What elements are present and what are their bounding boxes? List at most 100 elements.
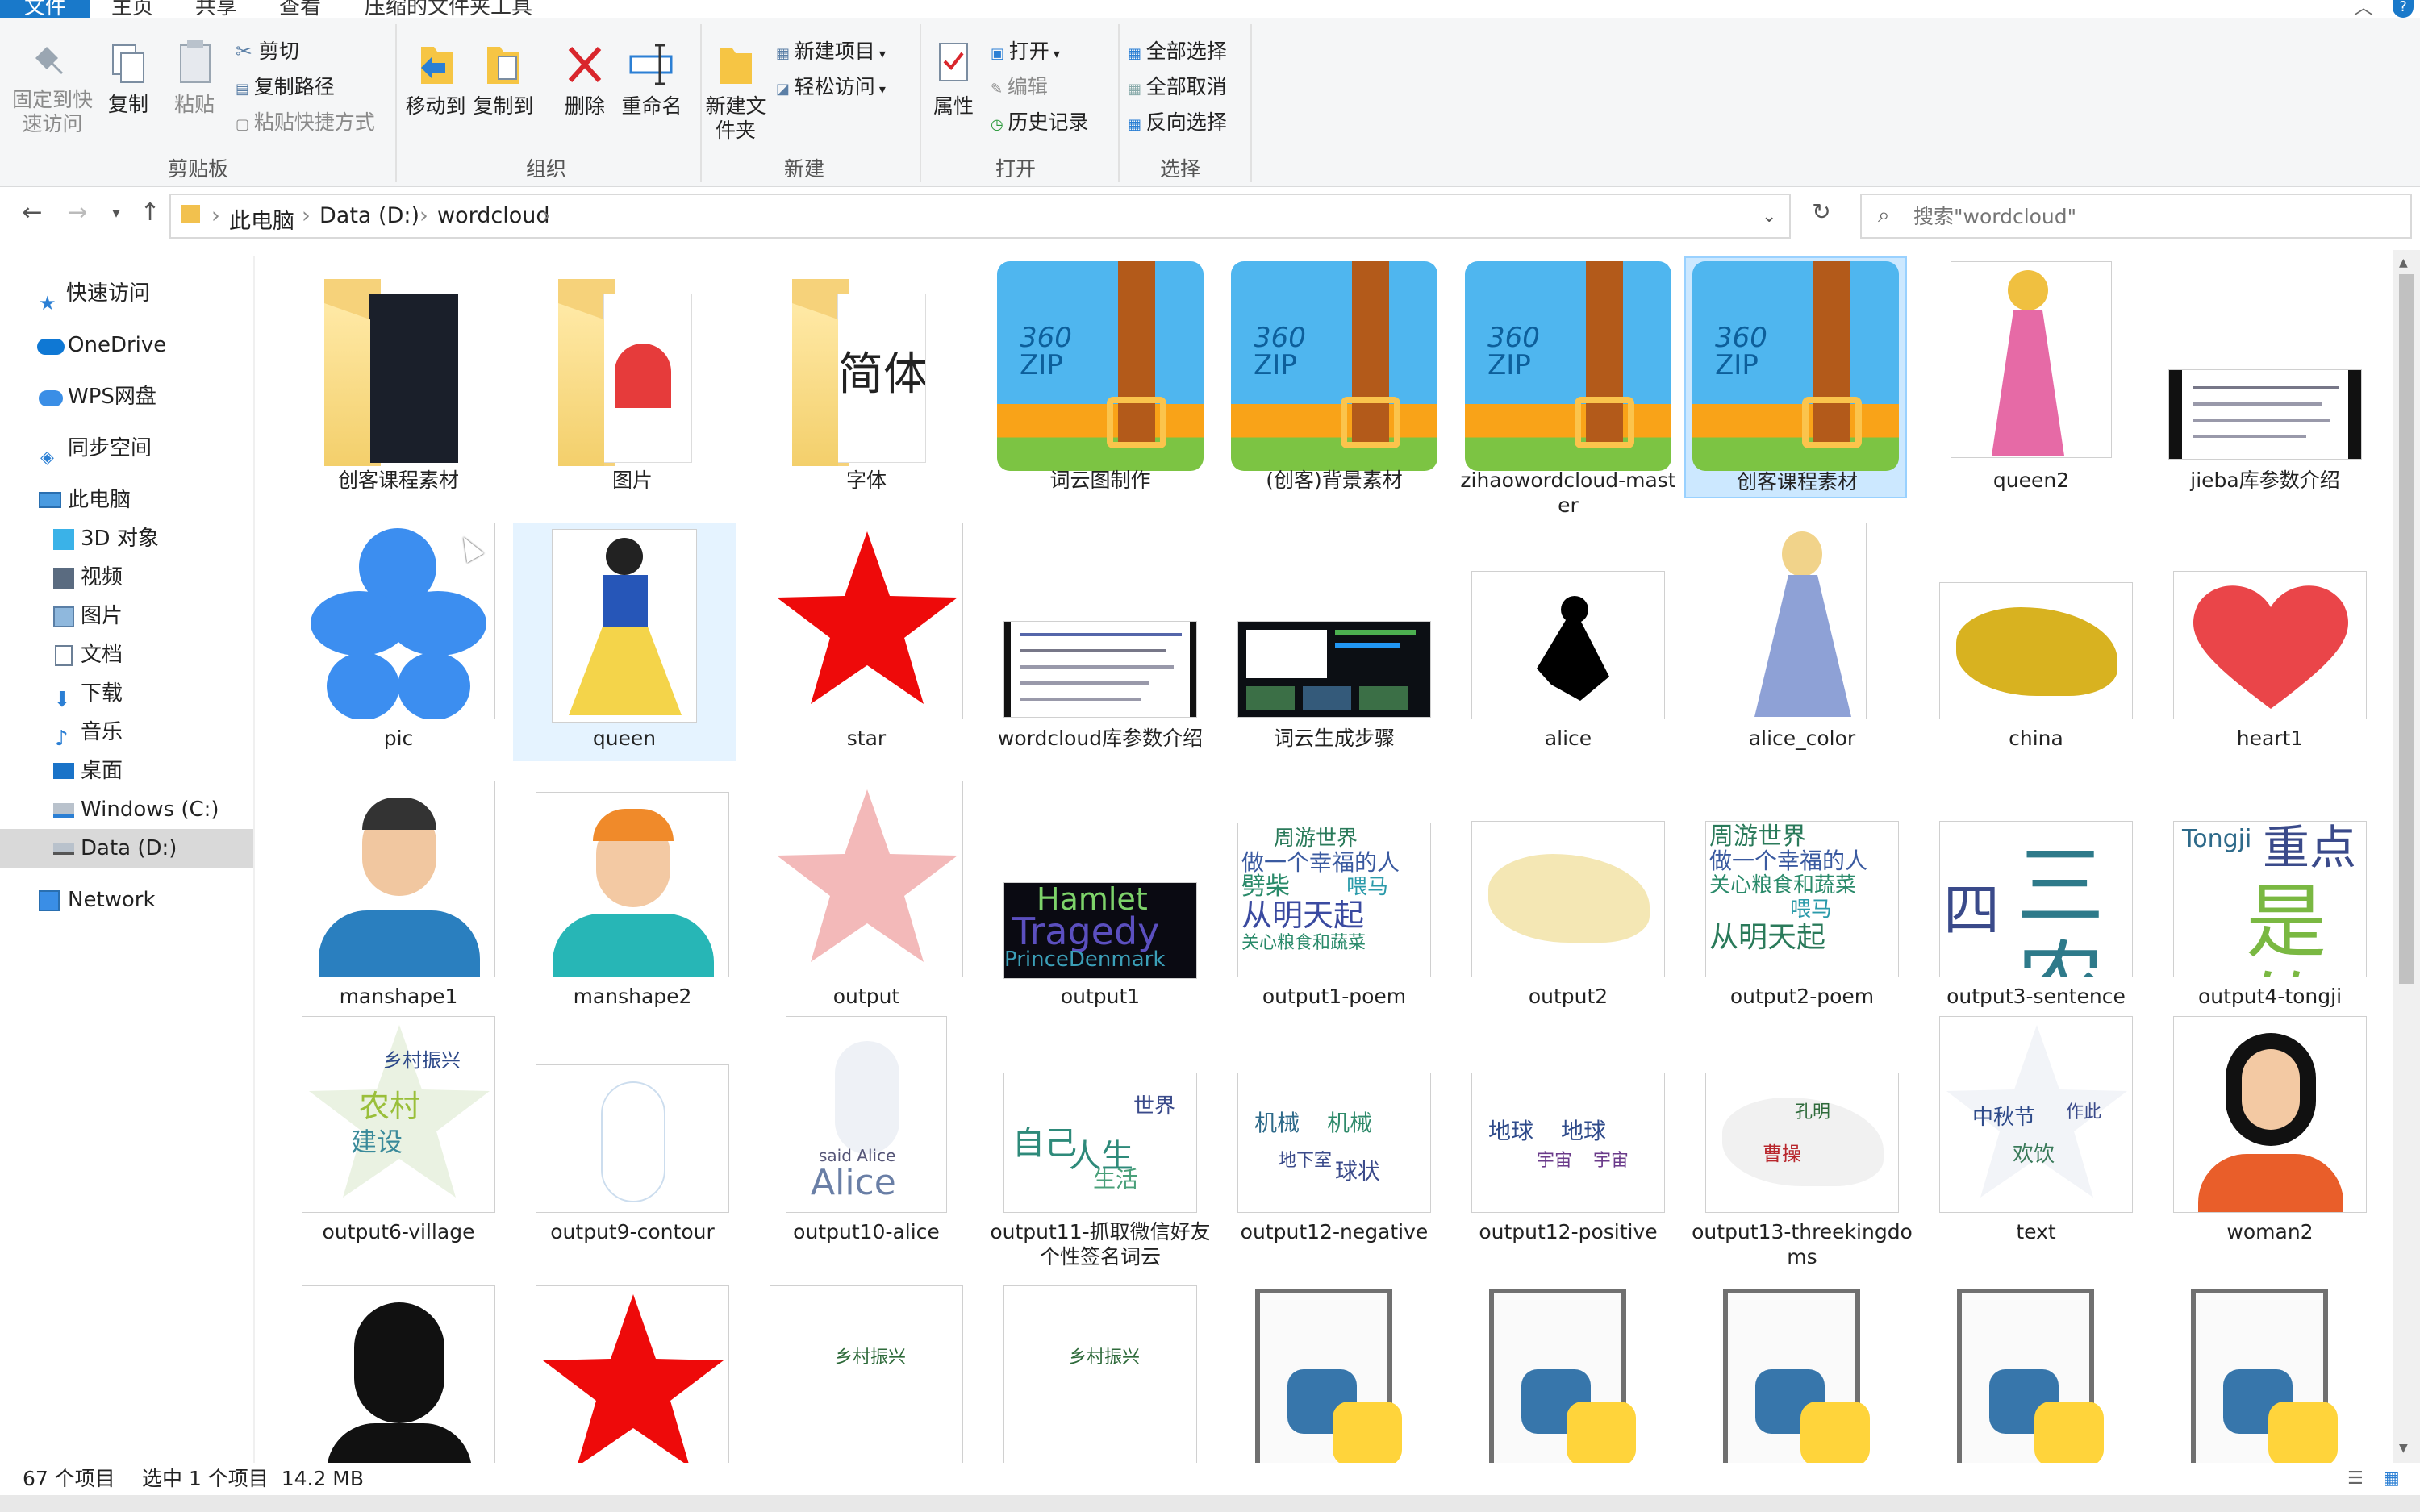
recent-locations-chevron-icon[interactable]: ▾ — [100, 205, 132, 222]
copy-to-button[interactable]: 复制到 — [471, 39, 536, 119]
file-tile[interactable] — [287, 1281, 510, 1463]
address-bar[interactable]: › 此电脑 › Data (D:) › wordcloud › ⌄ — [169, 194, 1791, 239]
cut-button[interactable]: ✂ 剪切 — [236, 35, 299, 68]
python-file-tile[interactable] — [1925, 1281, 2147, 1463]
file-tile[interactable]: output — [755, 781, 978, 1023]
file-tile[interactable]: jieba库参数介绍 — [2154, 256, 2376, 498]
file-tile[interactable]: queen — [513, 523, 736, 761]
file-tile[interactable]: 中秋节 作此 欢饮 text — [1925, 1016, 2147, 1258]
file-tile[interactable]: said Alice Alice output10-alice — [755, 1016, 978, 1258]
file-tile[interactable]: 360 ZIP zihaowordcloud-master — [1457, 256, 1679, 523]
sidebar-item-windows-c[interactable]: Windows (C:) — [0, 790, 253, 829]
file-tile[interactable]: woman2 — [2159, 1016, 2381, 1258]
tab-compressed-tools[interactable]: 压缩的文件夹工具 — [365, 0, 532, 18]
sidebar-item-quick-access[interactable]: ★ 快速访问 — [0, 274, 253, 314]
file-tile[interactable]: manshape1 — [287, 781, 510, 1023]
sidebar-item-onedrive[interactable]: OneDrive — [0, 326, 253, 364]
sidebar-item-sync-space[interactable]: ◈ 同步空间 — [0, 429, 253, 468]
move-to-button[interactable]: 移动到 — [403, 39, 468, 119]
file-tile[interactable]: 周游世界 做一个幸福的人 关心粮食和蔬菜 喂马 从明天起 output2-poe… — [1691, 781, 1913, 1023]
sidebar-item-downloads[interactable]: ⬇ 下载 — [0, 674, 253, 713]
paste-shortcut-button[interactable]: ▢ 粘贴快捷方式 — [236, 106, 375, 139]
invert-selection-button[interactable]: ▦ 反向选择 — [1128, 106, 1227, 139]
file-tile[interactable]: 词云生成步骤 — [1223, 523, 1446, 764]
file-tile[interactable]: manshape2 — [521, 781, 744, 1023]
sidebar-item-pictures[interactable]: 图片 — [0, 597, 253, 635]
copy-path-button[interactable]: ▤ 复制路径 — [236, 71, 335, 103]
file-tile[interactable]: star — [755, 523, 978, 764]
forward-arrow-icon[interactable]: → — [61, 198, 94, 227]
python-file-tile[interactable] — [2159, 1281, 2381, 1463]
file-tile[interactable]: Tongji 重点 是的 output4-tongji — [2159, 781, 2381, 1023]
sidebar-item-network[interactable]: Network — [0, 881, 253, 919]
file-tile[interactable]: 乡村振兴 — [989, 1281, 1212, 1463]
scroll-up-icon[interactable]: ▲ — [2399, 256, 2408, 269]
address-dropdown-icon[interactable]: ⌄ — [1762, 206, 1776, 227]
up-arrow-icon[interactable]: ↑ — [134, 198, 166, 227]
python-file-tile[interactable] — [1691, 1281, 1913, 1463]
large-icons-view-icon[interactable]: ▦ — [2383, 1463, 2400, 1495]
tab-file[interactable]: 文件 — [0, 0, 90, 18]
file-tile[interactable]: output9-contour — [521, 1016, 744, 1258]
file-tile[interactable]: queen2 — [1920, 256, 2143, 498]
refresh-icon[interactable]: ↻ — [1805, 198, 1838, 225]
scrollbar-thumb[interactable] — [2399, 274, 2414, 984]
file-tile[interactable]: 简体 字体 — [755, 256, 978, 498]
file-tile[interactable]: 孔明 曹操 output13-threekingdoms — [1691, 1016, 1913, 1282]
file-tile[interactable]: pic — [287, 523, 510, 764]
delete-button[interactable]: 删除 — [557, 39, 613, 119]
sidebar-item-data-d[interactable]: Data (D:) — [0, 829, 253, 868]
file-tile[interactable]: Hamlet Tragedy PrinceDenmark output1 — [989, 781, 1212, 1023]
edit-button[interactable]: ✎ 编辑 — [991, 71, 1048, 103]
file-tile[interactable]: wordcloud库参数介绍 — [989, 523, 1212, 764]
details-view-icon[interactable]: ☰ — [2347, 1463, 2364, 1495]
paste-button[interactable]: 粘贴 — [166, 39, 223, 117]
sidebar-item-documents[interactable]: 文档 — [0, 635, 253, 674]
file-tile[interactable]: 360 ZIP (创客)背景素材 — [1223, 256, 1446, 498]
file-tile[interactable]: 三农 四 output3-sentence — [1925, 781, 2147, 1023]
select-all-button[interactable]: ▦ 全部选择 — [1128, 35, 1227, 68]
pin-quick-access-button[interactable]: 固定到快速访问 — [8, 42, 97, 136]
history-button[interactable]: ◷ 历史记录 — [991, 106, 1088, 139]
breadcrumb-data-d[interactable]: Data (D:) — [319, 203, 419, 228]
tab-share[interactable]: 共享 — [195, 0, 237, 18]
file-tile[interactable]: 周游世界 做一个幸福的人 劈柴 喂马 从明天起 关心粮食和蔬菜 output1-… — [1223, 781, 1446, 1023]
file-tile-selected[interactable]: 360 ZIP 创客课程素材 — [1684, 256, 1907, 498]
file-tile[interactable]: 自己 人生 世界 生活 output11-抓取微信好友个性签名词云 — [989, 1016, 1212, 1282]
file-tile[interactable]: heart1 — [2159, 523, 2381, 764]
file-tile[interactable]: output2 — [1457, 781, 1679, 1023]
file-tile[interactable]: 创客课程素材 — [287, 256, 510, 498]
sidebar-item-wps-drive[interactable]: WPS网盘 — [0, 377, 253, 416]
vertical-scrollbar[interactable]: ▲ ▼ — [2393, 250, 2420, 1463]
help-icon[interactable]: ? — [2393, 0, 2414, 18]
file-tile[interactable]: 机械 机械 地下室 球状 output12-negative — [1223, 1016, 1446, 1258]
rename-button[interactable]: 重命名 — [620, 39, 684, 119]
sidebar-item-this-pc[interactable]: 此电脑 — [0, 481, 253, 519]
file-tile[interactable]: 图片 — [521, 256, 744, 498]
file-tile[interactable]: alice — [1457, 523, 1679, 764]
sidebar-item-videos[interactable]: 视频 — [0, 558, 253, 597]
tab-view[interactable]: 查看 — [279, 0, 321, 18]
easy-access-button[interactable]: ◪ 轻松访问 ▾ — [776, 71, 886, 103]
sidebar-item-3d-objects[interactable]: 3D 对象 — [0, 519, 253, 558]
back-arrow-icon[interactable]: ← — [16, 198, 48, 227]
copy-button[interactable]: 复制 — [100, 42, 156, 117]
new-item-button[interactable]: ▦ 新建项目 ▾ — [776, 35, 886, 68]
file-tile[interactable]: 乡村振兴 农村 建设 output6-village — [287, 1016, 510, 1282]
search-box[interactable]: ⌕ — [1860, 194, 2412, 239]
file-tile[interactable]: china — [1925, 523, 2147, 764]
collapse-ribbon-icon[interactable]: ︿ — [2354, 0, 2373, 18]
scroll-down-icon[interactable]: ▼ — [2399, 1442, 2408, 1455]
file-tile[interactable]: 360 ZIP 词云图制作 — [989, 256, 1212, 498]
select-none-button[interactable]: ▦ 全部取消 — [1128, 71, 1227, 103]
breadcrumb-wordcloud[interactable]: wordcloud — [437, 203, 549, 228]
properties-button[interactable]: 属性 — [928, 39, 979, 119]
file-tile[interactable] — [521, 1281, 744, 1463]
breadcrumb-this-pc[interactable]: 此电脑 — [229, 203, 294, 235]
search-input[interactable] — [1913, 202, 2397, 231]
tab-home[interactable]: 主页 — [111, 0, 153, 18]
python-file-tile[interactable] — [1457, 1281, 1679, 1463]
sidebar-item-desktop[interactable]: 桌面 — [0, 752, 253, 790]
python-file-tile[interactable] — [1223, 1281, 1446, 1463]
new-folder-button[interactable]: 新建文件夹 — [703, 39, 768, 143]
